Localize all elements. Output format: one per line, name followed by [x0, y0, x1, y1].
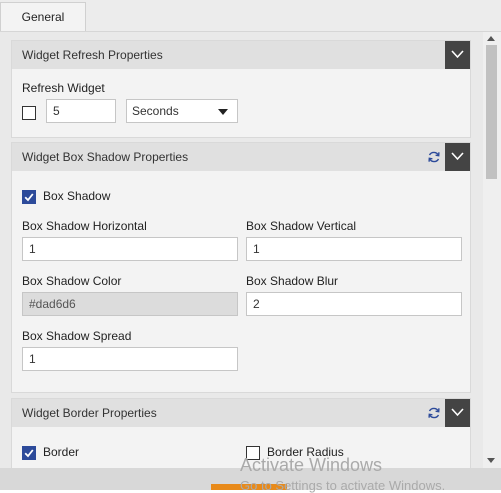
activate-windows-watermark-subtitle: Go to Settings to activate Windows.	[240, 478, 446, 493]
border-panel-collapse-button[interactable]	[445, 399, 470, 427]
box-shadow-panel-title: Widget Box Shadow Properties	[22, 150, 189, 164]
border-panel-header[interactable]: Widget Border Properties	[12, 399, 470, 427]
scrollbar-thumb[interactable]	[486, 45, 497, 179]
refresh-panel-collapse-button[interactable]	[445, 41, 470, 69]
box-shadow-vertical-label: Box Shadow Vertical	[246, 219, 357, 233]
refresh-unit-select[interactable]: Seconds	[126, 99, 238, 123]
dropdown-caret-icon	[218, 109, 228, 115]
box-shadow-blur-label: Box Shadow Blur	[246, 274, 339, 288]
box-shadow-horizontal-input[interactable]: 1	[22, 237, 238, 261]
check-icon	[24, 449, 34, 458]
refresh-interval-input[interactable]: 5	[46, 99, 116, 123]
scroll-up-arrow-icon[interactable]	[487, 36, 495, 41]
tab-bar: General	[0, 0, 501, 32]
refresh-panel-title: Widget Refresh Properties	[22, 48, 163, 62]
refresh-icon[interactable]	[427, 150, 441, 164]
box-shadow-vertical-input[interactable]: 1	[246, 237, 462, 261]
refresh-icon[interactable]	[427, 406, 441, 420]
refresh-panel: Widget Refresh Properties Refresh Widget…	[11, 40, 471, 138]
scroll-down-arrow-icon[interactable]	[487, 458, 495, 463]
border-checkbox[interactable]	[22, 446, 36, 460]
check-icon	[24, 193, 34, 202]
box-shadow-checkbox[interactable]	[22, 190, 36, 204]
box-shadow-spread-input[interactable]: 1	[22, 347, 238, 371]
box-shadow-panel-collapse-button[interactable]	[445, 143, 470, 171]
border-label: Border	[43, 445, 80, 459]
properties-content: Widget Refresh Properties Refresh Widget…	[0, 32, 483, 468]
chevron-down-icon	[451, 50, 464, 59]
activate-windows-watermark-title: Activate Windows	[240, 455, 383, 475]
box-shadow-blur-input[interactable]: 2	[246, 292, 462, 316]
box-shadow-horizontal-label: Box Shadow Horizontal	[22, 219, 147, 233]
chevron-down-icon	[451, 408, 464, 417]
refresh-widget-label: Refresh Widget	[22, 81, 105, 95]
chevron-down-icon	[451, 152, 464, 161]
vertical-scrollbar[interactable]	[483, 32, 501, 468]
box-shadow-color-input[interactable]: #dad6d6	[22, 292, 238, 316]
box-shadow-panel: Widget Box Shadow Properties Box Shadow …	[11, 142, 471, 393]
tab-general[interactable]: General	[0, 2, 86, 31]
refresh-widget-checkbox[interactable]	[22, 106, 36, 120]
box-shadow-label: Box Shadow	[43, 189, 111, 203]
border-panel-title: Widget Border Properties	[22, 406, 157, 420]
box-shadow-spread-label: Box Shadow Spread	[22, 329, 132, 343]
box-shadow-color-label: Box Shadow Color	[22, 274, 122, 288]
refresh-unit-value: Seconds	[132, 104, 179, 118]
box-shadow-panel-header[interactable]: Widget Box Shadow Properties	[12, 143, 470, 171]
refresh-panel-header[interactable]: Widget Refresh Properties	[12, 41, 470, 69]
